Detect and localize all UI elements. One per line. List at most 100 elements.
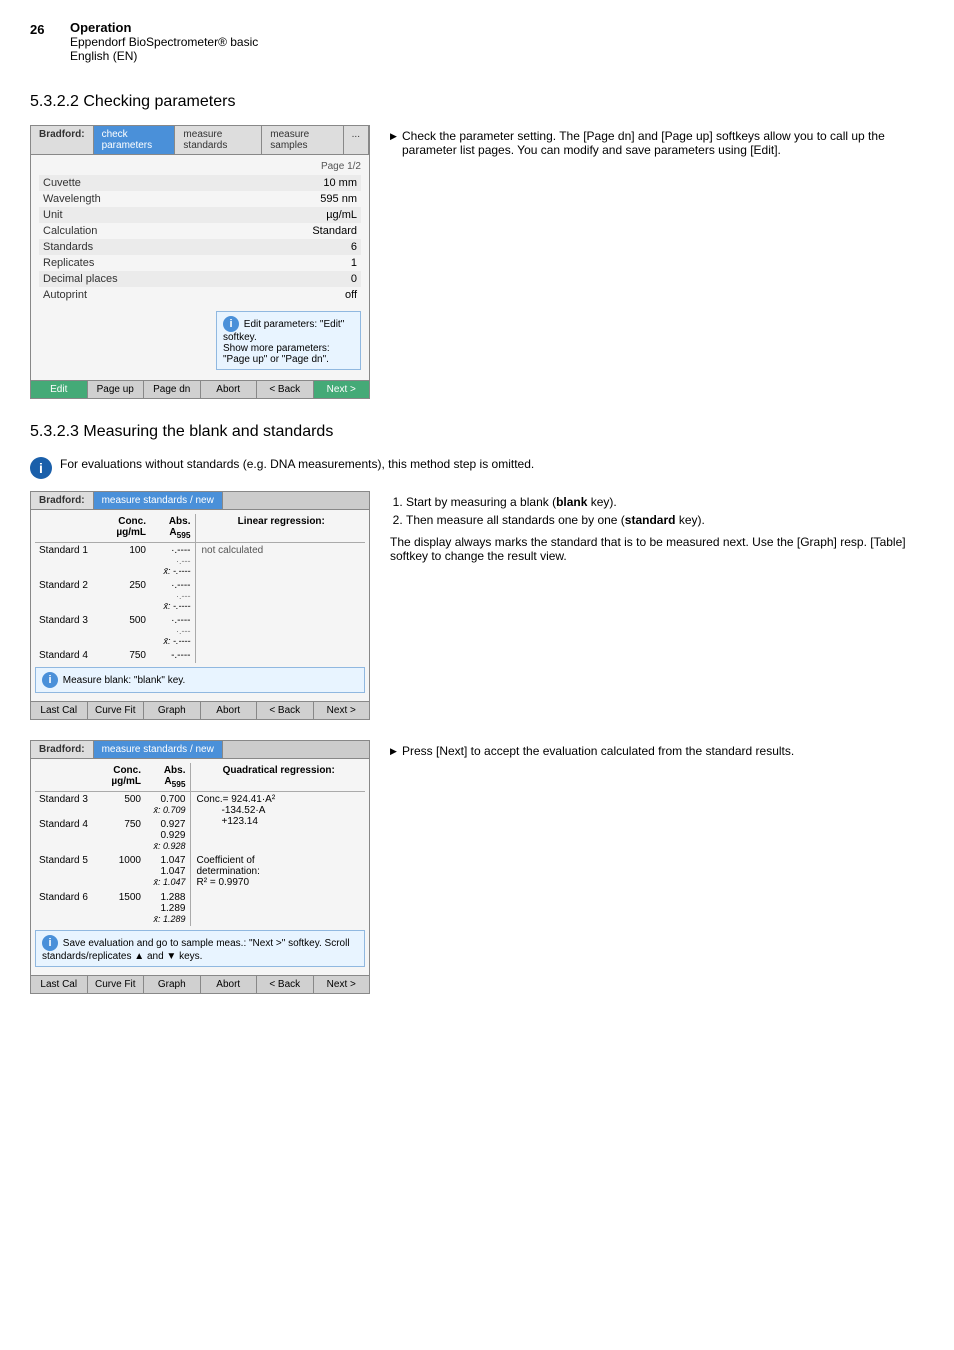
btn-abort-2[interactable]: Abort [201, 976, 258, 993]
btn-page-dn[interactable]: Page dn [144, 381, 201, 398]
btn-edit[interactable]: Edit [31, 381, 88, 398]
section-5322-heading: 5.3.2.2 Checking parameters [30, 93, 924, 111]
desc-5323-right2: Press [Next] to accept the evaluation ca… [390, 740, 924, 994]
device2-body: Conc.µg/mL Abs.A595 Quadratical regressi… [31, 759, 369, 975]
btn-abort-1[interactable]: Abort [201, 702, 258, 719]
page-indicator: Page 1/2 [321, 161, 361, 172]
desc-5323-right: Start by measuring a blank (blank key). … [390, 491, 924, 720]
description-5323-b: Press [Next] to accept the evaluation ca… [390, 744, 924, 758]
info-text2: Show more parameters: "Page up" or "Page… [223, 343, 330, 365]
param-row-7: Autoprint off [39, 287, 361, 303]
section-5323-device2-area: Bradford: measure standards / new Conc.µ… [30, 740, 924, 994]
device1-container: Bradford: measure standards / new Conc.µ… [30, 491, 370, 720]
standards-table-2: Conc.µg/mL Abs.A595 Quadratical regressi… [35, 763, 365, 926]
param-label-4: Standards [43, 241, 93, 253]
header-product: Eppendorf BioSpectrometer® basic [70, 35, 258, 49]
btn-back-2[interactable]: < Back [257, 976, 314, 993]
param-value-0: 10 mm [323, 177, 357, 189]
btn-next-2[interactable]: Next > [314, 976, 370, 993]
device1-body: Conc.µg/mL Abs.A595 Linear regression: S… [31, 510, 369, 701]
btn-curve-fit-1[interactable]: Curve Fit [88, 702, 145, 719]
param-value-1: 595 nm [320, 193, 357, 205]
device2-tab-bar: Bradford: measure standards / new [31, 741, 369, 759]
tab-measure-standards-new-1[interactable]: measure standards / new [94, 492, 223, 509]
info-note-text: For evaluations without standards (e.g. … [60, 457, 534, 471]
device-tab-bar: Bradford: check parameters measure stand… [31, 126, 369, 155]
param-row-2: Unit µg/mL [39, 207, 361, 223]
tab-bradford-label: Bradford: [31, 126, 94, 154]
param-value-6: 0 [351, 273, 357, 285]
header-category: Operation [70, 20, 258, 35]
param-label-5: Replicates [43, 257, 94, 269]
param-label-3: Calculation [43, 225, 97, 237]
info-circle-icon: i [30, 457, 52, 479]
btn-back-1[interactable]: < Back [257, 702, 314, 719]
btn-curve-fit-2[interactable]: Curve Fit [88, 976, 145, 993]
step-description: The display always marks the standard th… [390, 535, 924, 563]
device1-tab-bar: Bradford: measure standards / new [31, 492, 369, 510]
device-footer-5322: Edit Page up Page dn Abort < Back Next > [31, 380, 369, 398]
measure-standards-screen-1: Bradford: measure standards / new Conc.µ… [30, 491, 370, 720]
header-language: English (EN) [70, 49, 258, 63]
param-label-1: Wavelength [43, 193, 101, 205]
section-5323-heading: 5.3.2.3 Measuring the blank and standard… [30, 423, 924, 441]
btn-page-up[interactable]: Page up [88, 381, 145, 398]
param-label-6: Decimal places [43, 273, 118, 285]
std3-row-d2: Standard 3 500 0.700 x̄: 0.709 Conc.= 92… [35, 792, 365, 818]
param-label-7: Autoprint [43, 289, 87, 301]
param-row-1: Wavelength 595 nm [39, 191, 361, 207]
btn-graph-2[interactable]: Graph [144, 976, 201, 993]
param-value-7: off [345, 289, 357, 301]
btn-last-cal-1[interactable]: Last Cal [31, 702, 88, 719]
device2-footer: Last Cal Curve Fit Graph Abort < Back Ne… [31, 975, 369, 993]
info-panel-device1: i Measure blank: "blank" key. [35, 667, 365, 693]
param-row-0: Cuvette 10 mm [39, 175, 361, 191]
tab-measure-standards-new-2[interactable]: measure standards / new [94, 741, 223, 758]
step-1: Start by measuring a blank (blank key). [406, 495, 924, 509]
tab-measure-standards[interactable]: measure standards [175, 126, 262, 154]
std5-row-d2: Standard 5 1000 1.047 1.047 x̄: 1.047 Co… [35, 853, 365, 890]
info-panel-5322: i Edit parameters: "Edit" softkey. Show … [216, 311, 361, 370]
btn-next[interactable]: Next > [314, 381, 370, 398]
tab-bradford-3: Bradford: [31, 741, 94, 758]
desc-bullet-2: Press [Next] to accept the evaluation ca… [390, 744, 924, 758]
param-row-6: Decimal places 0 [39, 271, 361, 287]
numbered-steps: Start by measuring a blank (blank key). … [390, 495, 924, 527]
btn-graph-1[interactable]: Graph [144, 702, 201, 719]
info-panel-device2: i Save evaluation and go to sample meas.… [35, 930, 365, 967]
page-number: 26 [30, 20, 70, 37]
section-5323-device1-area: Bradford: measure standards / new Conc.µ… [30, 491, 924, 720]
btn-next-1[interactable]: Next > [314, 702, 370, 719]
page-header: 26 Operation Eppendorf BioSpectrometer® … [30, 20, 924, 63]
tab-more[interactable]: ... [344, 126, 369, 154]
btn-last-cal-2[interactable]: Last Cal [31, 976, 88, 993]
param-value-4: 6 [351, 241, 357, 253]
info-note-5323: i For evaluations without standards (e.g… [30, 457, 924, 479]
param-label-0: Cuvette [43, 177, 81, 189]
section-5322-device: Bradford: check parameters measure stand… [30, 125, 370, 399]
btn-abort[interactable]: Abort [201, 381, 258, 398]
param-label-2: Unit [43, 209, 63, 221]
section-5322-content: Bradford: check parameters measure stand… [30, 125, 924, 399]
parameter-list: Cuvette 10 mm Wavelength 595 nm Unit µg/mL Cal… [39, 175, 361, 303]
param-value-3: Standard [312, 225, 357, 237]
info-text1: Edit parameters: "Edit" softkey. [223, 319, 344, 343]
param-value-5: 1 [351, 257, 357, 269]
std6-row-d2: Standard 6 1500 1.288 1.289 x̄: 1.289 [35, 890, 365, 926]
info-icon-d2: i [42, 935, 58, 951]
info-icon-d1: i [42, 672, 58, 688]
info-text-d2: Save evaluation and go to sample meas.: … [42, 938, 350, 962]
measure-standards-screen-2: Bradford: measure standards / new Conc.µ… [30, 740, 370, 994]
standards-table-1: Conc.µg/mL Abs.A595 Linear regression: S… [35, 514, 365, 663]
check-params-screen: Bradford: check parameters measure stand… [30, 125, 370, 399]
param-row-5: Replicates 1 [39, 255, 361, 271]
desc-bullet-1: Check the parameter setting. The [Page d… [390, 129, 924, 157]
param-value-2: µg/mL [326, 209, 357, 221]
param-row-4: Standards 6 [39, 239, 361, 255]
check-params-body: Page 1/2 Cuvette 10 mm Wavelength 595 nm Uni… [31, 155, 369, 380]
std1-row: Standard 1 100 ·.---- ·.--- x̄: -.---- n… [35, 543, 365, 579]
btn-back[interactable]: < Back [257, 381, 314, 398]
tab-measure-samples[interactable]: measure samples [262, 126, 343, 154]
info-text-d1: Measure blank: "blank" key. [63, 675, 186, 686]
tab-check-parameters[interactable]: check parameters [94, 126, 176, 154]
